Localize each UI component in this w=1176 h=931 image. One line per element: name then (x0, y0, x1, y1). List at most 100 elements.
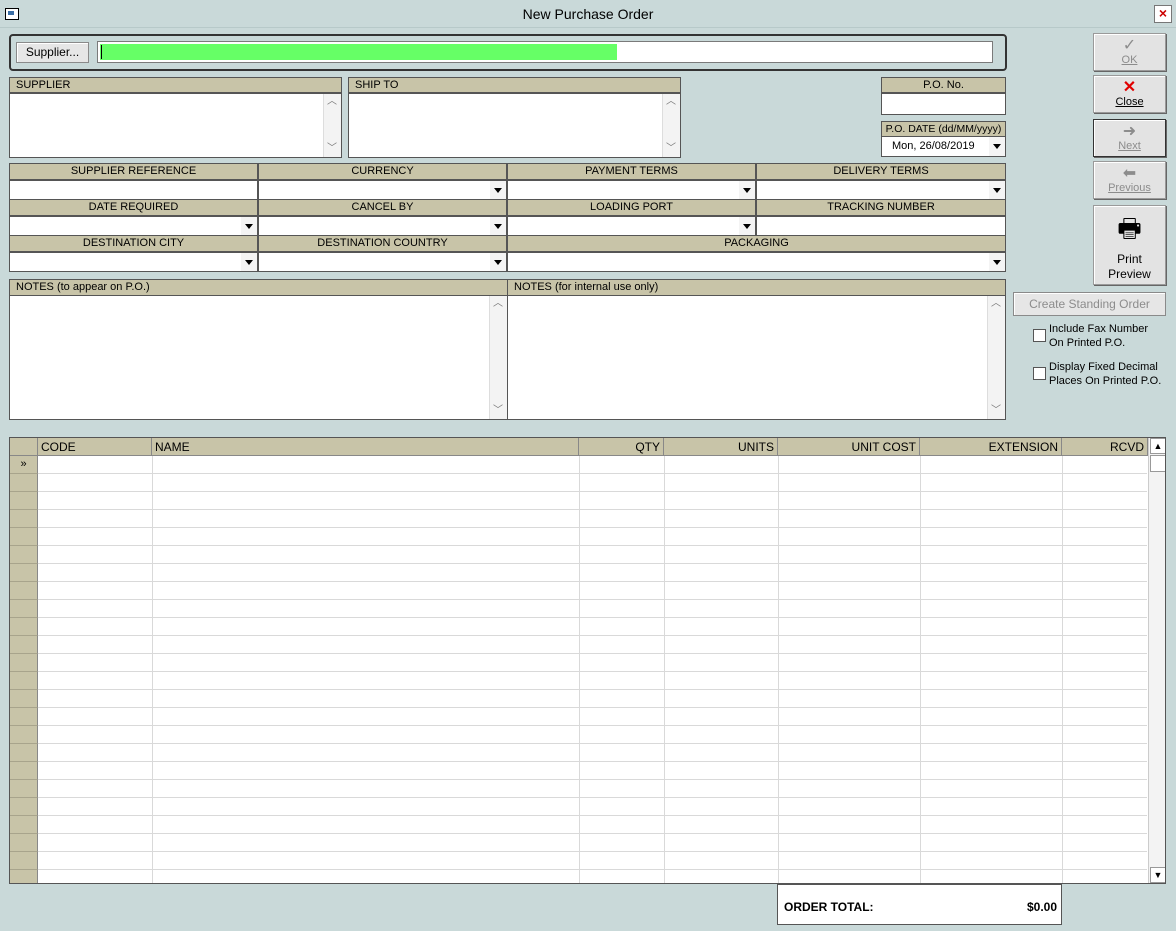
scroll-up-icon[interactable]: ︿ (324, 94, 340, 110)
include-fax-checkbox[interactable] (1033, 329, 1046, 342)
tracking-number-input[interactable] (756, 216, 1006, 236)
row-header[interactable] (10, 492, 38, 510)
row-header[interactable] (10, 852, 38, 870)
scroll-down-icon[interactable]: ▼ (1150, 867, 1165, 883)
row-header[interactable] (10, 834, 38, 852)
close-button[interactable]: ✕ Close (1093, 75, 1166, 113)
previous-button[interactable]: ⬅ Previous (1093, 161, 1166, 199)
chevron-down-icon[interactable] (739, 217, 755, 235)
supplier-address-textarea[interactable]: ︿ ﹀ (9, 93, 342, 158)
chevron-down-icon[interactable] (490, 253, 506, 271)
column-gridline (1062, 456, 1063, 883)
row-header[interactable] (10, 600, 38, 618)
destination-country-select[interactable] (258, 252, 507, 272)
row-header[interactable] (10, 564, 38, 582)
row-header[interactable] (10, 528, 38, 546)
text-cursor (101, 45, 102, 59)
col-header-code[interactable]: CODE (38, 438, 152, 456)
create-standing-order-button[interactable]: Create Standing Order (1013, 292, 1166, 316)
grid-corner-header (10, 438, 38, 456)
scroll-up-icon[interactable]: ︿ (988, 296, 1004, 312)
include-fax-label: Include Fax Number On Printed P.O. (1049, 322, 1169, 350)
supplier-button[interactable]: Supplier... (16, 42, 89, 63)
col-header-units[interactable]: UNITS (664, 438, 778, 456)
row-header[interactable] (10, 798, 38, 816)
col-header-qty[interactable]: QTY (579, 438, 664, 456)
row-header[interactable] (10, 474, 38, 492)
printer-icon: 🖶 (1117, 213, 1142, 243)
row-header[interactable] (10, 546, 38, 564)
chevron-down-icon[interactable] (241, 253, 257, 271)
column-gridline (664, 456, 665, 883)
po-number-input[interactable] (881, 93, 1006, 115)
grid-scrollbar[interactable]: ▲ ▼ (1148, 438, 1165, 883)
row-header[interactable] (10, 510, 38, 528)
row-header[interactable] (10, 870, 38, 883)
row-header[interactable] (10, 636, 38, 654)
notes-public-scrollbar[interactable]: ︿ ﹀ (489, 296, 507, 419)
row-header[interactable] (10, 762, 38, 780)
packaging-header: PACKAGING (507, 235, 1006, 252)
row-header[interactable] (10, 744, 38, 762)
notes-internal-scrollbar[interactable]: ︿ ﹀ (987, 296, 1005, 419)
scroll-up-icon[interactable]: ▲ (1150, 438, 1165, 454)
scroll-down-icon[interactable]: ﹀ (988, 403, 1004, 419)
scroll-up-icon[interactable]: ︿ (663, 94, 679, 110)
row-gridline (38, 509, 1147, 510)
supplier-scrollbar[interactable]: ︿ ﹀ (323, 94, 341, 157)
row-header[interactable]: » (10, 456, 38, 474)
destination-city-select[interactable] (9, 252, 258, 272)
date-required-select[interactable] (9, 216, 258, 236)
print-preview-button[interactable]: 🖶 Print Preview (1093, 205, 1166, 285)
chevron-down-icon[interactable] (739, 181, 755, 199)
row-header[interactable] (10, 582, 38, 600)
fixed-decimal-checkbox[interactable] (1033, 367, 1046, 380)
line-items-grid[interactable]: CODE NAME QTY UNITS UNIT COST EXTENSION … (9, 437, 1166, 884)
row-header[interactable] (10, 816, 38, 834)
loading-port-header: LOADING PORT (507, 199, 756, 216)
row-header[interactable] (10, 708, 38, 726)
row-header[interactable] (10, 690, 38, 708)
chevron-down-icon[interactable] (989, 181, 1005, 199)
payment-terms-select[interactable] (507, 180, 756, 200)
chevron-down-icon[interactable] (490, 181, 506, 199)
chevron-down-icon[interactable] (989, 253, 1005, 271)
chevron-down-icon[interactable] (490, 217, 506, 235)
close-window-icon[interactable]: × (1154, 5, 1172, 23)
ship-to-textarea[interactable]: ︿ ﹀ (348, 93, 681, 158)
row-header[interactable] (10, 726, 38, 744)
next-page-icon: ➜ (1122, 123, 1137, 140)
scroll-thumb[interactable] (1150, 455, 1165, 472)
loading-port-select[interactable] (507, 216, 756, 236)
col-header-unit-cost[interactable]: UNIT COST (778, 438, 920, 456)
supplier-reference-input[interactable] (9, 180, 258, 200)
next-button[interactable]: ➜ Next (1093, 119, 1166, 157)
scroll-down-icon[interactable]: ﹀ (324, 141, 340, 157)
col-header-name[interactable]: NAME (152, 438, 579, 456)
notes-public-textarea[interactable]: ︿ ﹀ (9, 295, 508, 420)
row-gridline (38, 545, 1147, 546)
scroll-down-icon[interactable]: ﹀ (490, 403, 506, 419)
row-header[interactable] (10, 780, 38, 798)
previous-page-icon: ⬅ (1122, 165, 1137, 182)
ok-button[interactable]: ✓ OK (1093, 33, 1166, 71)
row-header[interactable] (10, 618, 38, 636)
notes-internal-textarea[interactable]: ︿ ﹀ (507, 295, 1006, 420)
chevron-down-icon[interactable] (989, 137, 1005, 156)
scroll-up-icon[interactable]: ︿ (490, 296, 506, 312)
po-date-picker[interactable]: Mon, 26/08/2019 (881, 136, 1006, 157)
scroll-down-icon[interactable]: ﹀ (663, 141, 679, 157)
destination-city-header: DESTINATION CITY (9, 235, 258, 252)
row-header[interactable] (10, 672, 38, 690)
packaging-select[interactable] (507, 252, 1006, 272)
supplier-search-progress[interactable] (97, 41, 993, 63)
row-header[interactable] (10, 654, 38, 672)
row-gridline (38, 563, 1147, 564)
cancel-by-select[interactable] (258, 216, 507, 236)
col-header-rcvd[interactable]: RCVD (1062, 438, 1148, 456)
currency-select[interactable] (258, 180, 507, 200)
delivery-terms-select[interactable] (756, 180, 1006, 200)
chevron-down-icon[interactable] (241, 217, 257, 235)
col-header-extension[interactable]: EXTENSION (920, 438, 1062, 456)
ship-to-scrollbar[interactable]: ︿ ﹀ (662, 94, 680, 157)
